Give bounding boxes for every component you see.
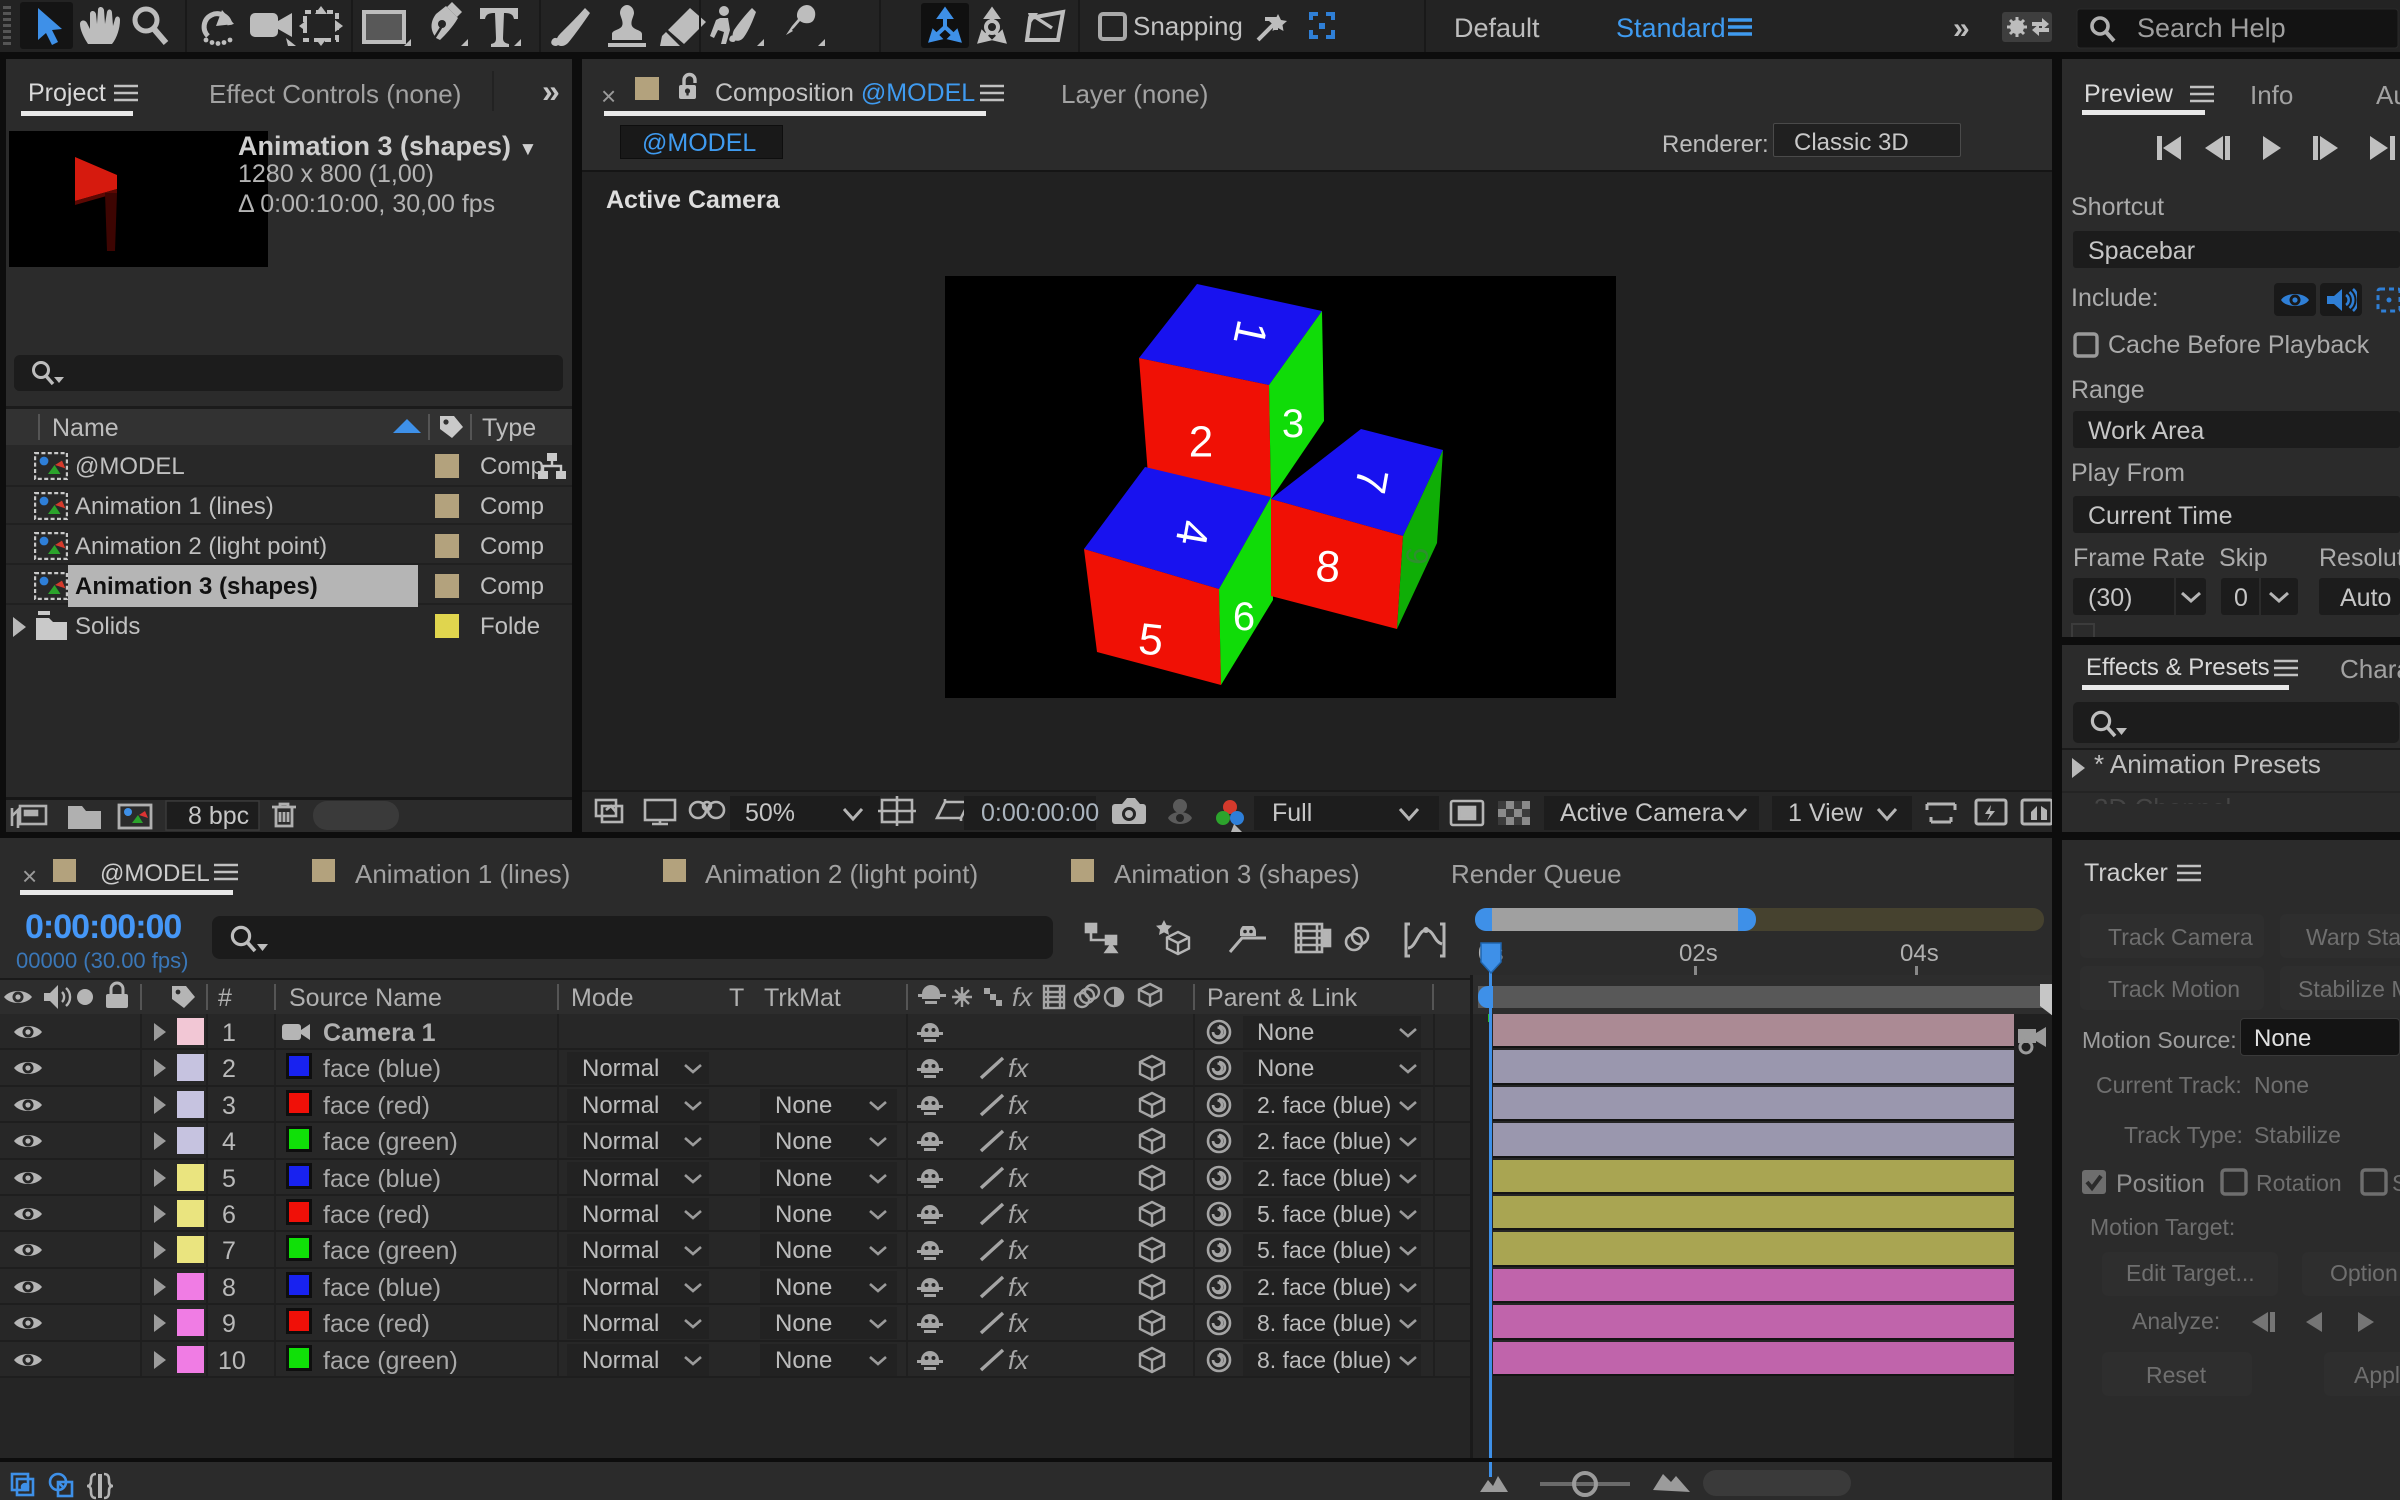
svg-text:Snapping: Snapping xyxy=(1133,11,1243,41)
svg-text:1 View: 1 View xyxy=(1788,799,1864,827)
svg-text:6: 6 xyxy=(1233,595,1255,639)
svg-text:T: T xyxy=(729,984,744,1012)
svg-text:#: # xyxy=(218,984,232,1012)
svg-text:TrkMat: TrkMat xyxy=(764,984,841,1012)
svg-text:2: 2 xyxy=(1189,418,1213,467)
svg-text:5: 5 xyxy=(1136,614,1165,665)
svg-text:0:00:00:00: 0:00:00:00 xyxy=(981,799,1099,827)
svg-text:Standard: Standard xyxy=(1616,13,1726,43)
svg-text:Search Help: Search Help xyxy=(2137,13,2286,43)
svg-text:8 bpc: 8 bpc xyxy=(188,802,249,830)
svg-text:Active Camera: Active Camera xyxy=(1560,799,1724,827)
svg-text:50%: 50% xyxy=(745,799,795,827)
svg-text:Parent & Link: Parent & Link xyxy=(1207,984,1358,1012)
svg-text:8: 8 xyxy=(1314,542,1342,593)
svg-text:3: 3 xyxy=(1282,402,1304,446)
svg-text:9: 9 xyxy=(1399,546,1435,566)
svg-text:fx: fx xyxy=(1012,982,1033,1012)
svg-text:Mode: Mode xyxy=(571,984,634,1012)
svg-text:Source Name: Source Name xyxy=(289,984,442,1012)
svg-text:»: » xyxy=(1953,12,1970,45)
svg-text:Full: Full xyxy=(1272,799,1312,827)
svg-text:Default: Default xyxy=(1454,13,1540,43)
